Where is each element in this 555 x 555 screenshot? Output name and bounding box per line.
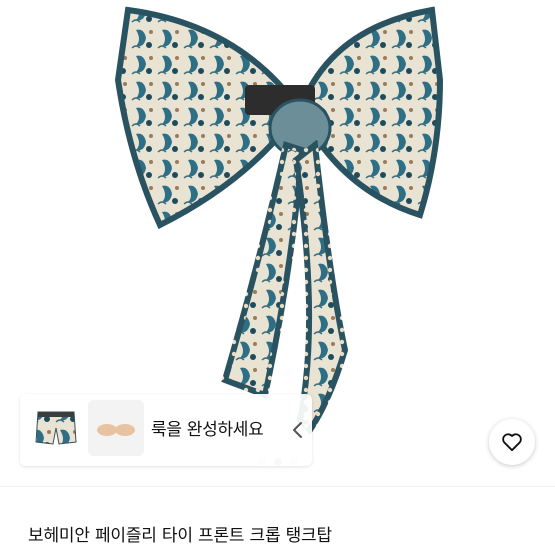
chevron-left-icon[interactable] bbox=[288, 415, 308, 445]
complete-the-look-bar[interactable]: 룩을 완성하세요 bbox=[20, 394, 312, 466]
product-title: 보헤미안 페이즐리 타이 프론트 크롭 탱크탑 bbox=[28, 526, 332, 546]
shorts-icon bbox=[28, 400, 84, 456]
heart-icon bbox=[502, 433, 522, 452]
nipple-cover-icon bbox=[88, 400, 144, 456]
divider bbox=[0, 486, 555, 487]
favorite-button[interactable] bbox=[489, 419, 535, 465]
shorts-thumbnail[interactable] bbox=[28, 400, 84, 456]
complete-look-label: 룩을 완성하세요 bbox=[151, 420, 264, 440]
nipple-cover-thumbnail[interactable] bbox=[88, 400, 144, 456]
